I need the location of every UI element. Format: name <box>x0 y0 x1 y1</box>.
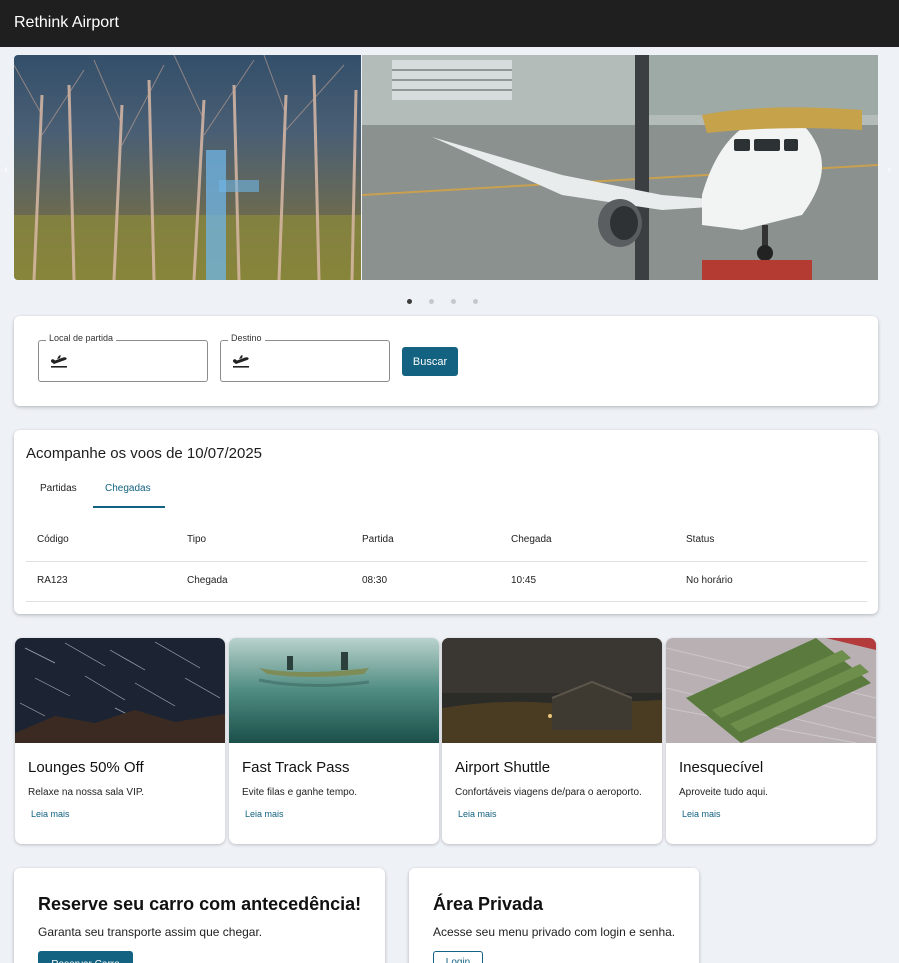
promo-description: Confortáveis viagens de/para o aeroporto… <box>455 787 642 798</box>
column-header: Código <box>37 534 69 545</box>
promo-title: Inesquecível <box>679 759 764 776</box>
private-area-card: Área Privada Acesse seu menu privado com… <box>409 868 699 963</box>
carousel-dot-2[interactable] <box>429 299 434 304</box>
column-header: Tipo <box>187 534 207 545</box>
destination-input[interactable] <box>257 351 381 371</box>
origin-field[interactable]: Local de partida <box>38 333 208 382</box>
promo-title: Airport Shuttle <box>455 759 551 776</box>
promo-title: Fast Track Pass <box>242 759 350 776</box>
origin-input[interactable] <box>75 351 199 371</box>
car-reservation-card: Reserve seu carro com antecedência! Gara… <box>14 868 385 963</box>
promo-description: Evite filas e ganhe tempo. <box>242 787 358 798</box>
destination-field[interactable]: Destino <box>220 333 390 382</box>
promo-card-shuttle[interactable]: Airport Shuttle Confortáveis viagens de/… <box>442 638 662 844</box>
column-header: Status <box>686 534 715 545</box>
canoe-lake-image <box>229 638 439 743</box>
promo-card-unforgettable[interactable]: Inesquecível Aproveite tudo aqui. Leia m… <box>666 638 876 844</box>
read-more-link[interactable]: Leia mais <box>31 809 70 819</box>
table-cell-status: No horário <box>686 575 733 586</box>
flights-title: Acompanhe os voos de 10/07/2025 <box>26 445 263 462</box>
table-divider <box>26 561 867 562</box>
promo-card-fast-track[interactable]: Fast Track Pass Evite filas e ganhe temp… <box>229 638 439 844</box>
hero-carousel[interactable] <box>14 55 878 280</box>
star-trails-image <box>15 638 225 743</box>
promo-description: Aproveite tudo aqui. <box>679 787 768 798</box>
search-button[interactable]: Buscar <box>402 347 458 376</box>
stadium-aerial-image <box>666 638 876 743</box>
table-divider <box>26 601 867 602</box>
reserve-car-button[interactable]: Reservar Carro <box>38 951 133 963</box>
destination-label: Destino <box>228 333 265 343</box>
promo-description: Relaxe na nossa sala VIP. <box>28 787 145 798</box>
tab-chegadas[interactable]: Chegadas <box>105 483 151 494</box>
column-header: Partida <box>362 534 394 545</box>
carousel-dot-3[interactable] <box>451 299 456 304</box>
read-more-link[interactable]: Leia mais <box>458 809 497 819</box>
table-cell-departure: 08:30 <box>362 575 388 586</box>
carousel-dot-4[interactable] <box>473 299 478 304</box>
promo-card-lounges[interactable]: Lounges 50% Off Relaxe na nossa sala VIP… <box>15 638 225 844</box>
flights-card: Acompanhe os voos de 10/07/2025 Partidas… <box>14 430 878 614</box>
carousel-slide-airplane <box>362 55 878 280</box>
tab-partidas[interactable]: Partidas <box>40 483 77 494</box>
chevron-left-icon[interactable]: ‹ <box>0 163 12 175</box>
chevron-right-icon[interactable]: › <box>883 163 895 175</box>
carousel-slide-trees <box>14 55 361 280</box>
login-button[interactable]: Login <box>433 951 483 963</box>
column-header: Chegada <box>511 534 552 545</box>
read-more-link[interactable]: Leia mais <box>245 809 284 819</box>
app-title: Rethink Airport <box>14 14 119 31</box>
active-tab-indicator <box>93 506 165 508</box>
flight-takeoff-icon <box>233 355 249 368</box>
table-cell-type: Chegada <box>187 575 228 586</box>
search-card: Local de partida Destino Buscar <box>14 316 878 406</box>
app-bar: Rethink Airport <box>0 0 899 47</box>
private-area-title: Área Privada <box>433 894 544 914</box>
promo-title: Lounges 50% Off <box>28 759 144 776</box>
carousel-dot-1[interactable] <box>407 299 412 304</box>
private-area-description: Acesse seu menu privado com login e senh… <box>433 925 676 939</box>
read-more-link[interactable]: Leia mais <box>682 809 721 819</box>
table-cell-arrival: 10:45 <box>511 575 537 586</box>
barn-night-image <box>442 638 662 743</box>
table-cell-code: RA123 <box>37 575 68 586</box>
carousel-dots <box>407 299 478 304</box>
origin-label: Local de partida <box>46 333 117 343</box>
flight-takeoff-icon <box>51 355 67 368</box>
car-reservation-title: Reserve seu carro com antecedência! <box>38 894 362 914</box>
car-reservation-description: Garanta seu transporte assim que chegar. <box>38 925 263 939</box>
